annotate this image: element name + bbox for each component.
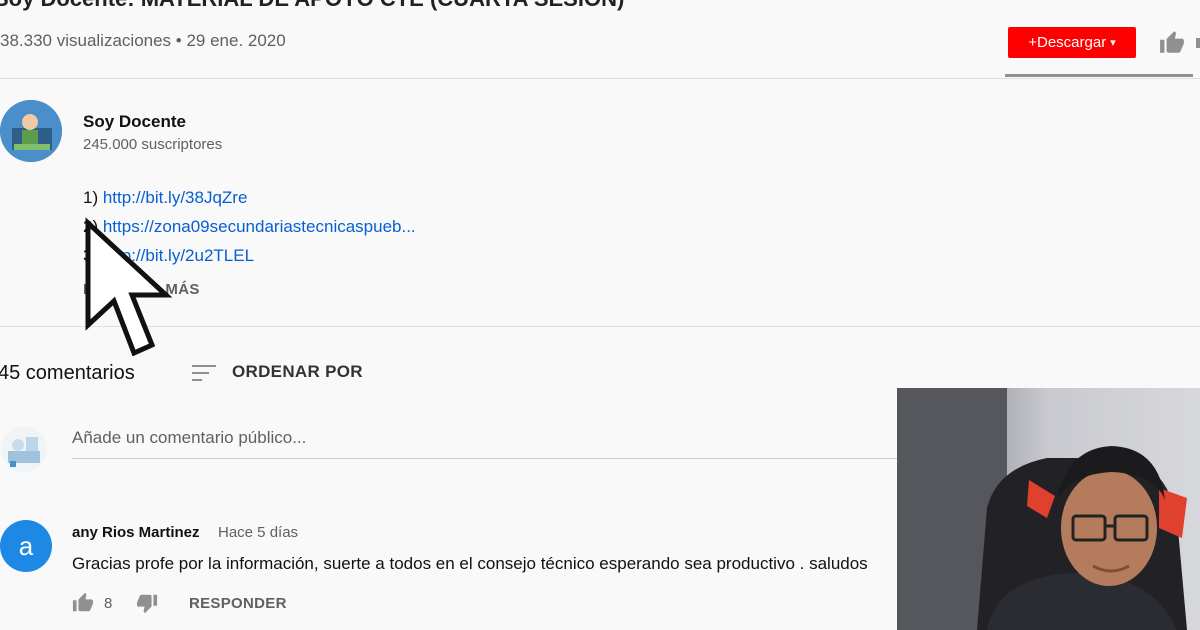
webcam-person-image	[897, 388, 1200, 630]
add-comment-input[interactable]: Añade un comentario público...	[72, 428, 306, 448]
comment-time[interactable]: Hace 5 días	[218, 524, 298, 541]
divider	[0, 78, 1200, 79]
comment-count: 45 comentarios	[0, 362, 135, 384]
sort-icon[interactable]	[192, 363, 216, 383]
description-prefix: 1)	[83, 188, 103, 207]
channel-avatar[interactable]	[0, 100, 62, 162]
sort-button[interactable]: ORDENAR POR	[232, 362, 363, 382]
description-line: 1) http://bit.ly/38JqZre	[83, 188, 247, 208]
thumbs-down-icon[interactable]	[136, 592, 158, 614]
channel-name[interactable]: Soy Docente	[83, 112, 186, 132]
thumbs-up-icon[interactable]	[1158, 30, 1186, 56]
comment-text: Gracias profe por la información, suerte…	[72, 554, 868, 573]
description-link[interactable]: http://bit.ly/38JqZre	[103, 188, 248, 207]
reply-button[interactable]: RESPONDER	[189, 595, 287, 612]
divider	[0, 326, 1200, 327]
thumbs-up-icon[interactable]	[72, 592, 94, 614]
download-label: +Descargar	[1028, 34, 1107, 51]
user-avatar	[1, 426, 47, 472]
comment-avatar[interactable]: a	[0, 520, 52, 572]
like-ratio-bar	[1005, 74, 1193, 77]
subscriber-count: 245.000 suscriptores	[83, 136, 223, 153]
view-count-date: 38.330 visualizaciones • 29 ene. 2020	[0, 31, 286, 50]
chevron-down-icon: ▾	[1110, 37, 1116, 49]
comment-like-count: 8	[104, 595, 113, 612]
webcam-overlay	[897, 388, 1200, 630]
channel-logo-icon	[0, 100, 62, 162]
input-underline	[72, 458, 900, 459]
comment-author[interactable]: any Rios Martinez	[72, 524, 200, 541]
cursor-icon	[85, 217, 173, 357]
thumbs-down-icon[interactable]	[1194, 36, 1200, 52]
video-title: Soy Docente: MATERIAL DE APOYO CTE (CUAR…	[0, 0, 624, 12]
download-button[interactable]: +Descargar ▾	[1008, 27, 1136, 58]
